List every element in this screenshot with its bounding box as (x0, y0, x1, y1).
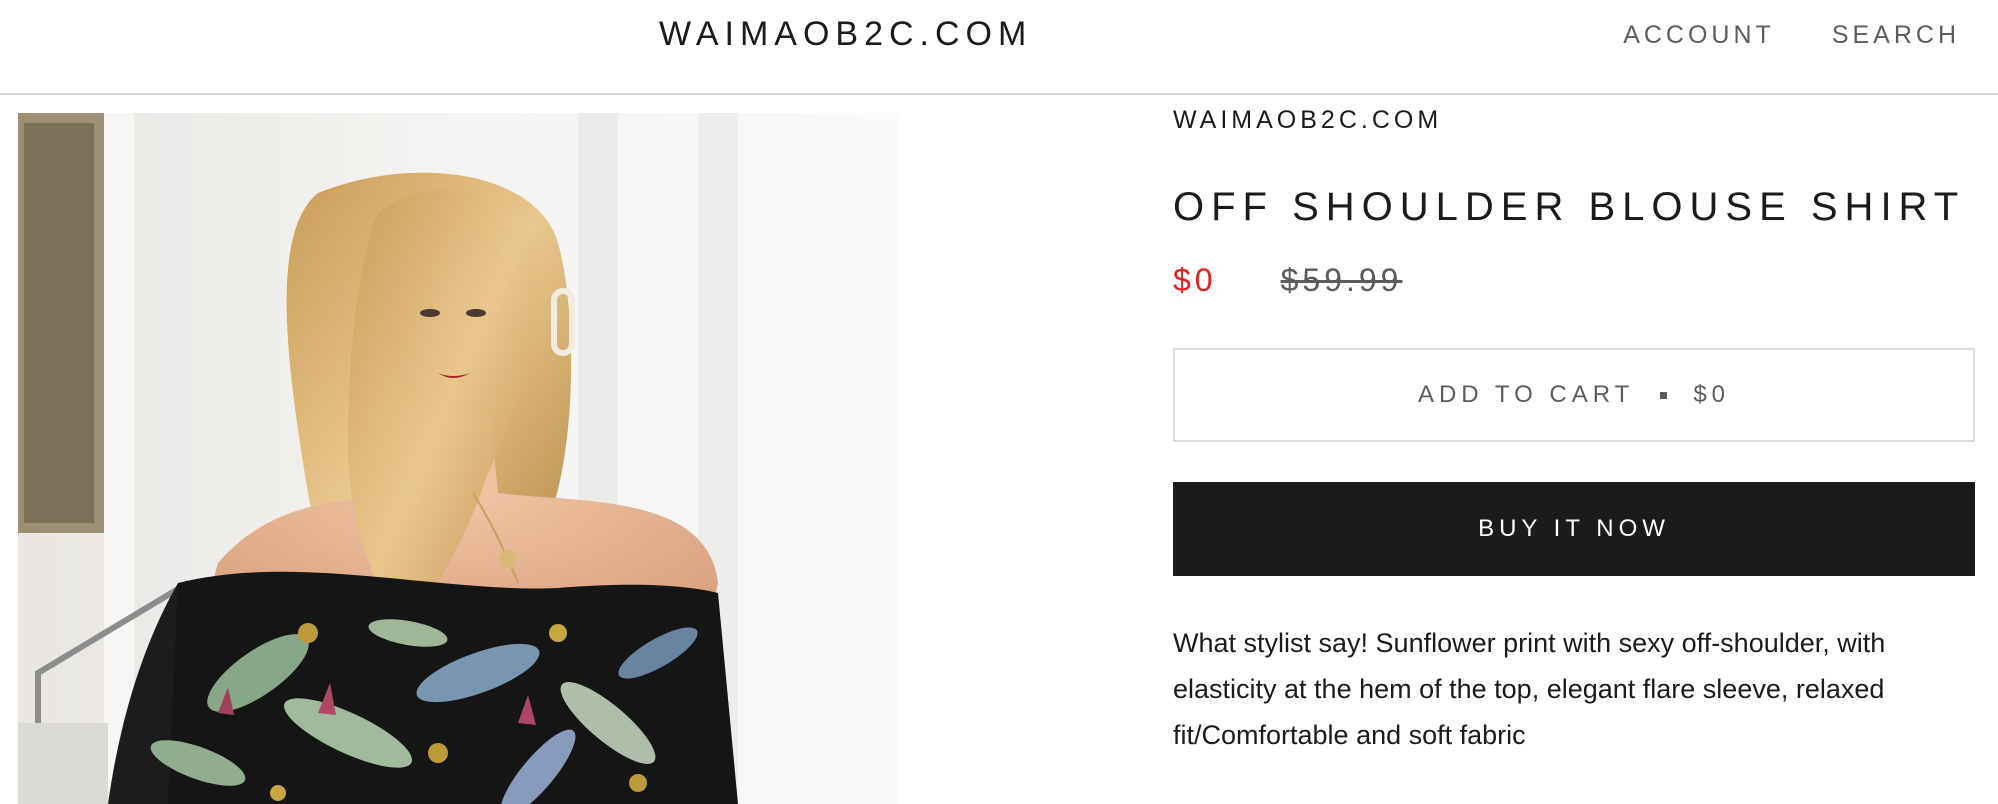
product-photo (18, 113, 899, 804)
product-image[interactable] (18, 113, 899, 804)
site-logo[interactable]: WAIMAOB2C.COM (659, 14, 1032, 54)
add-to-cart-price: $0 (1693, 381, 1731, 408)
search-link[interactable]: SEARCH (1832, 20, 1960, 50)
header-nav: ACCOUNT SEARCH (1623, 20, 1960, 50)
add-to-cart-button[interactable]: ADD TO CART $0 (1173, 348, 1975, 442)
product-title: OFF SHOULDER BLOUSE SHIRT (1173, 185, 1966, 229)
account-link[interactable]: ACCOUNT (1623, 20, 1775, 50)
product-description: What stylist say! Sunflower print with s… (1173, 628, 1886, 750)
compare-price: $59.99 (1280, 262, 1403, 298)
site-header: WAIMAOB2C.COM ACCOUNT SEARCH (0, 0, 1998, 95)
vendor-link[interactable]: WAIMAOB2C.COM (1173, 100, 1975, 140)
price-row: $0 $59.99 (1173, 262, 1975, 314)
add-to-cart-label: ADD TO CART (1417, 381, 1635, 408)
product-info: WAIMAOB2C.COM OFF SHOULDER BLOUSE SHIRT … (1173, 100, 1975, 758)
bullet-dot-icon (1660, 391, 1668, 399)
buy-now-button[interactable]: BUY IT NOW (1173, 482, 1975, 576)
sale-price: $0 (1173, 262, 1217, 298)
